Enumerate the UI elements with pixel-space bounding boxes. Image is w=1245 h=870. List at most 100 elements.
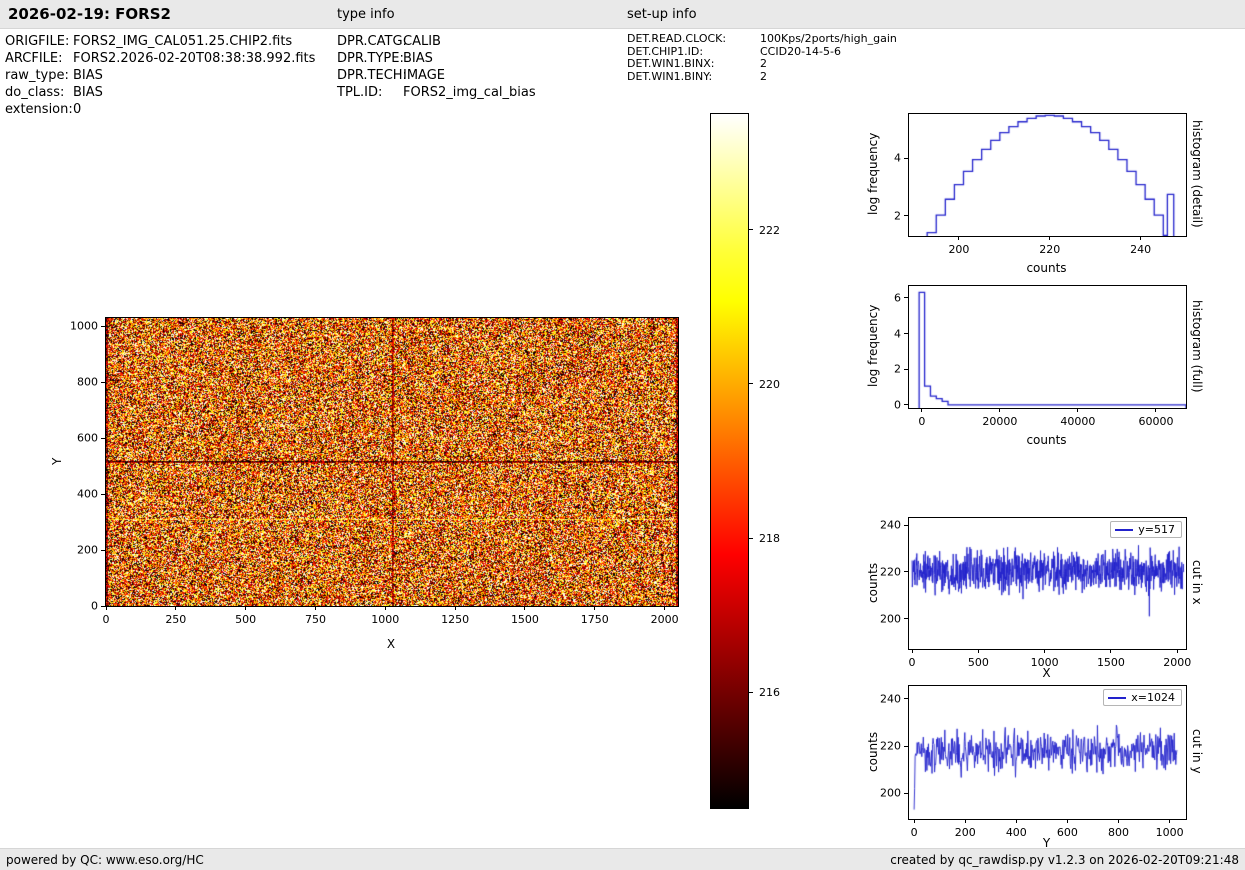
colorbar-tick-mark: [748, 691, 753, 693]
x-tick-mark: [594, 606, 596, 610]
x-tick-label: 250: [165, 613, 187, 626]
legend-label: x=1024: [1131, 691, 1175, 704]
y-tick-label: 0: [894, 398, 901, 412]
info-row: DPR.TYPE:BIAS: [337, 50, 536, 67]
y-tick-label: 2: [894, 209, 901, 223]
y-tick-mark: [904, 333, 908, 334]
x-tick-mark: [913, 819, 915, 823]
ccd-image-canvas: [106, 318, 678, 606]
info-value: 2: [760, 57, 767, 70]
legend-line-sample: [1108, 696, 1127, 699]
x-tick-mark: [1049, 236, 1051, 240]
x-tick-label: 1500: [510, 613, 539, 626]
y-tick-mark: [904, 618, 908, 620]
x-tick-label: 1750: [580, 613, 609, 626]
info-value: 0: [73, 102, 82, 117]
y-tick-mark: [101, 381, 105, 383]
y-tick-label: 200: [880, 786, 901, 800]
info-label: ORIGFILE:: [5, 34, 70, 49]
y-tick-mark: [904, 571, 908, 573]
x-tick-mark: [911, 649, 913, 653]
info-value: FORS2_IMG_CAL051.25.CHIP2.fits: [73, 34, 293, 49]
x-tick-label: 2000: [650, 613, 679, 626]
footer-created-by: created by qc_rawdisp.py v1.2.3 on 2026-…: [890, 853, 1239, 867]
histogram-full-plot: 0 20000 40000 60000 0 2 4 6: [894, 285, 1187, 428]
y-tick-label: 800: [77, 375, 98, 389]
histogram-full-canvas: [909, 286, 1186, 408]
y-tick-mark: [101, 493, 105, 495]
x-tick-mark: [664, 606, 666, 610]
type-info-heading: type info: [337, 7, 395, 22]
y-tick-mark: [101, 605, 105, 607]
info-value: CCID20-14-5-6: [760, 44, 841, 58]
info-label: extension:: [5, 102, 73, 117]
y-tick-label: 220: [880, 739, 901, 753]
info-value: BIAS: [403, 51, 433, 66]
footer-powered-by: powered by QC: www.eso.org/HC: [6, 853, 204, 867]
cut-in-x-y-title: counts: [866, 562, 880, 603]
y-tick-label: 200: [77, 543, 98, 557]
cut-in-y-y-title: counts: [866, 731, 880, 772]
x-tick-mark: [1176, 649, 1178, 653]
x-tick-mark: [314, 606, 316, 610]
x-tick-mark: [964, 819, 966, 823]
info-label: do_class:: [5, 85, 65, 100]
x-tick-mark: [1015, 819, 1017, 823]
y-tick-mark: [101, 549, 105, 551]
y-tick-mark: [904, 215, 908, 217]
qc-report-page: 2026-02-19: FORS2 type info set-up info …: [0, 0, 1245, 870]
x-tick-label: 500: [235, 613, 257, 626]
x-tick-mark: [1140, 236, 1142, 240]
x-tick-mark: [1044, 649, 1046, 653]
cut-in-y-plot: x=1024 0 200 400 600 800 1000 200 220 240: [880, 685, 1187, 839]
y-tick-label: 220: [880, 565, 901, 579]
ccd-x-axis-title: X: [386, 637, 396, 651]
x-tick-label: 0: [102, 613, 110, 626]
histogram-full-y-title: log frequency: [866, 304, 880, 388]
y-tick-label: 200: [880, 612, 901, 626]
x-tick-mark: [245, 606, 247, 610]
info-value: FORS2.2026-02-20T08:38:38.992.fits: [73, 51, 316, 66]
y-tick-mark: [101, 437, 105, 439]
cut-in-y-legend: x=1024: [1103, 689, 1182, 706]
histogram-detail-side-title: histogram (detail): [1190, 120, 1204, 228]
x-tick-label: 20000: [982, 415, 1018, 428]
info-label: TPL.ID:: [337, 85, 383, 100]
info-value: 2: [760, 69, 767, 83]
cut-in-y-side-title: cut in y: [1190, 729, 1204, 774]
page-title: 2026-02-19: FORS2: [8, 5, 171, 23]
x-tick-mark: [1169, 819, 1171, 823]
y-tick-label: 4: [894, 327, 901, 340]
info-row: ARCFILE: FORS2.2026-02-20T08:38:38.992.fi…: [5, 50, 315, 67]
info-label: DPR.TECH:: [337, 68, 407, 83]
x-tick-mark: [1118, 819, 1120, 823]
x-tick-mark: [977, 649, 979, 653]
histogram-full-side-title: histogram (full): [1190, 299, 1204, 393]
info-row: extension:0: [5, 101, 315, 118]
cut-in-x-legend: y=517: [1110, 521, 1182, 538]
info-value: BIAS: [73, 85, 103, 100]
file-info-block: ORIGFILE: FORS2_IMG_CAL051.25.CHIP2.fits …: [5, 33, 315, 118]
y-tick-mark: [904, 157, 908, 159]
info-value: FORS2_img_cal_bias: [403, 85, 536, 100]
x-tick-mark: [1077, 408, 1079, 412]
info-label: DET.READ.CLOCK:: [627, 32, 727, 45]
info-label: DPR.CATG:: [337, 34, 407, 49]
info-label: ARCFILE:: [5, 51, 63, 66]
colorbar-tick-mark: [748, 383, 753, 385]
x-tick-label: 240: [1130, 243, 1152, 256]
legend-line-sample: [1115, 528, 1134, 531]
histogram-detail-x-title: counts: [1026, 261, 1067, 275]
info-value: CALIB: [403, 34, 441, 49]
setup-info-heading: set-up info: [627, 7, 697, 22]
info-row: ORIGFILE: FORS2_IMG_CAL051.25.CHIP2.fits: [5, 33, 315, 50]
y-tick-mark: [904, 297, 908, 299]
info-row: do_class: BIAS: [5, 84, 315, 101]
y-tick-label: 4: [894, 151, 901, 165]
x-tick-mark: [958, 236, 960, 240]
x-tick-mark: [384, 606, 386, 610]
x-tick-label: 0: [918, 415, 926, 428]
x-tick-mark: [105, 606, 107, 610]
x-tick-mark: [1155, 408, 1157, 412]
colorbar-tick-mark: [748, 537, 753, 539]
